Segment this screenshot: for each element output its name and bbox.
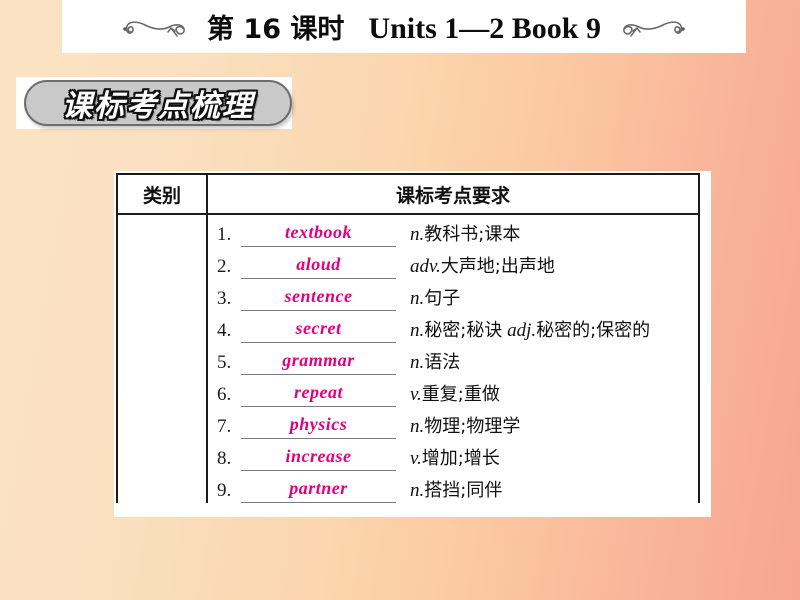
vocabulary-row: 2. aloud adv.大声地;出声地 <box>208 247 698 279</box>
vocabulary-row-number: 4. <box>217 320 232 341</box>
section-banner-label: 课标考点梳理 <box>62 89 254 124</box>
vocabulary-row: 3. sentence n.句子 <box>208 279 698 311</box>
vocabulary-row: 1. textbook n.教科书;课本 <box>208 215 698 247</box>
vocabulary-word: physics <box>289 414 348 434</box>
part-of-speech: n. <box>410 224 425 245</box>
vocabulary-row-number: 3. <box>217 288 232 309</box>
vocabulary-answer-blank[interactable]: secret <box>241 317 396 343</box>
vocabulary-answer-blank[interactable]: grammar <box>241 349 396 375</box>
table-body-row: 1. textbook n.教科书;课本 2. aloud adv.大声地;出声地 3. se… <box>116 214 700 503</box>
vocabulary-row-number: 5. <box>217 352 232 373</box>
vocabulary-row-number: 1. <box>217 224 232 245</box>
part-of-speech: v. <box>410 384 422 405</box>
vocabulary-row: 8. increase v.增加;增长 <box>208 439 698 471</box>
vocabulary-row: 6. repeat v.重复;重做 <box>208 375 698 407</box>
vocabulary-row: 7. physics n.物理;物理学 <box>208 407 698 439</box>
vocabulary-definition: v.重复;重做 <box>396 383 698 407</box>
part-of-speech: n. <box>410 352 425 373</box>
vocabulary-definition: n.句子 <box>396 287 698 311</box>
definition-text: 搭挡;同伴 <box>424 480 503 501</box>
category-cell <box>116 214 208 503</box>
part-of-speech-secondary: adj. <box>507 320 537 341</box>
vocabulary-entries-cell: 1. textbook n.教科书;课本 2. aloud adv.大声地;出声地 3. se… <box>206 214 700 503</box>
vocabulary-table: 类别 课标考点要求 1. textbook n.教科书;课本 2. aloud adv.大… <box>116 173 700 503</box>
vocabulary-row-number: 2. <box>217 256 232 277</box>
part-of-speech: v. <box>410 448 422 469</box>
vocabulary-word: increase <box>285 446 352 466</box>
vocabulary-row-number: 8. <box>217 448 232 469</box>
lesson-label: 第 16 课时 <box>207 14 345 45</box>
vocabulary-row: 5. grammar n.语法 <box>208 343 698 375</box>
vocabulary-definition: n.物理;物理学 <box>396 415 698 439</box>
flourish-ornament-left-icon <box>121 12 193 42</box>
vocabulary-table-panel: 类别 课标考点要求 1. textbook n.教科书;课本 2. aloud adv.大… <box>114 171 711 517</box>
vocabulary-row-number: 6. <box>217 384 232 405</box>
vocabulary-word: repeat <box>294 382 343 402</box>
vocabulary-answer-blank[interactable]: aloud <box>241 253 396 279</box>
vocabulary-definition: n.秘密;秘诀 adj.秘密的;保密的 <box>396 319 698 343</box>
definition-text-secondary: 秘密的;保密的 <box>536 320 651 341</box>
flourish-ornament-right-icon <box>615 12 687 42</box>
vocabulary-definition: n.教科书;课本 <box>396 223 698 247</box>
vocabulary-row: 4. secret n.秘密;秘诀 adj.秘密的;保密的 <box>208 311 698 343</box>
part-of-speech: n. <box>410 288 425 309</box>
vocabulary-definition: v.增加;增长 <box>396 447 698 471</box>
vocabulary-word: aloud <box>296 254 341 274</box>
section-banner: 课标考点梳理 <box>24 80 292 126</box>
vocabulary-answer-blank[interactable]: physics <box>241 413 396 439</box>
column-header-category: 类别 <box>116 173 208 215</box>
part-of-speech: n. <box>410 320 425 341</box>
vocabulary-word: grammar <box>282 350 355 370</box>
vocabulary-answer-blank[interactable]: textbook <box>241 221 396 247</box>
part-of-speech: n. <box>410 416 425 437</box>
vocabulary-definition: n.搭挡;同伴 <box>396 479 698 503</box>
vocabulary-definition: adv.大声地;出声地 <box>396 255 698 279</box>
page-title: 第 16 课时 Units 1—2 Book 9 <box>207 7 601 46</box>
vocabulary-definition: n.语法 <box>396 351 698 375</box>
vocabulary-word: partner <box>289 478 348 498</box>
definition-text: 重复;重做 <box>421 384 500 405</box>
vocabulary-answer-blank[interactable]: repeat <box>241 381 396 407</box>
definition-text: 句子 <box>424 288 461 309</box>
vocabulary-word: textbook <box>285 222 352 242</box>
table-header-row: 类别 课标考点要求 <box>116 173 700 215</box>
part-of-speech: n. <box>410 480 425 501</box>
definition-text: 秘密;秘诀 <box>424 320 503 341</box>
definition-text: 教科书;课本 <box>424 224 521 245</box>
part-of-speech: adv. <box>410 256 441 277</box>
header-bar: 第 16 课时 Units 1—2 Book 9 <box>62 0 746 53</box>
definition-text: 增加;增长 <box>421 448 500 469</box>
definition-text: 语法 <box>424 352 461 373</box>
vocabulary-word: secret <box>295 318 342 338</box>
vocabulary-row: 9. partner n.搭挡;同伴 <box>208 471 698 503</box>
vocabulary-answer-blank[interactable]: partner <box>241 477 396 503</box>
vocabulary-row-number: 9. <box>217 480 232 501</box>
vocabulary-answer-blank[interactable]: increase <box>241 445 396 471</box>
vocabulary-word: sentence <box>284 286 353 306</box>
vocabulary-row-number: 7. <box>217 416 232 437</box>
vocabulary-answer-blank[interactable]: sentence <box>241 285 396 311</box>
definition-text: 物理;物理学 <box>424 416 521 437</box>
column-header-requirement: 课标考点要求 <box>206 173 700 215</box>
units-label: Units 1—2 Book 9 <box>368 12 601 45</box>
definition-text: 大声地;出声地 <box>440 256 555 277</box>
